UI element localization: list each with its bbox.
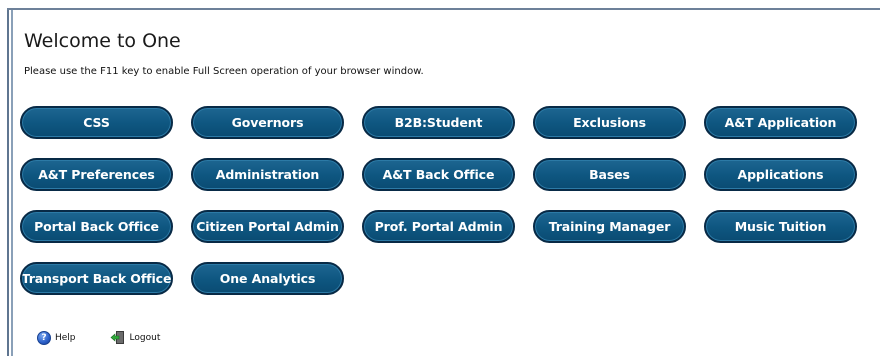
tile-css-button[interactable]: CSS: [20, 106, 173, 139]
tile-transport-back-office-button[interactable]: Transport Back Office: [20, 262, 173, 295]
tile-prof-portal-admin-button[interactable]: Prof. Portal Admin: [362, 210, 515, 243]
tile-b2b-student-button[interactable]: B2B:Student: [362, 106, 515, 139]
tile-bases-button[interactable]: Bases: [533, 158, 686, 191]
frame-left-border-outer: [7, 8, 9, 356]
logout-label: Logout: [129, 332, 161, 343]
tile-training-manager-button[interactable]: Training Manager: [533, 210, 686, 243]
tile-citizen-portal-admin-button[interactable]: Citizen Portal Admin: [191, 210, 344, 243]
help-link[interactable]: ? Help: [37, 330, 76, 345]
help-label: Help: [55, 332, 76, 343]
tile-one-analytics-button[interactable]: One Analytics: [191, 262, 344, 295]
tile-applications-button[interactable]: Applications: [704, 158, 857, 191]
tile-portal-back-office-button[interactable]: Portal Back Office: [20, 210, 173, 243]
page-instructions: Please use the F11 key to enable Full Sc…: [24, 66, 424, 77]
app-frame: Welcome to One Please use the F11 key to…: [0, 0, 880, 356]
tile-at-application-button[interactable]: A&T Application: [704, 106, 857, 139]
frame-left-border-inner: [11, 8, 13, 356]
tile-at-back-office-button[interactable]: A&T Back Office: [362, 158, 515, 191]
frame-top-border: [7, 8, 880, 10]
page-title: Welcome to One: [24, 30, 181, 52]
logout-link[interactable]: Logout: [110, 330, 161, 345]
tile-at-preferences-button[interactable]: A&T Preferences: [20, 158, 173, 191]
tile-music-tuition-button[interactable]: Music Tuition: [704, 210, 857, 243]
logout-icon: [110, 331, 124, 344]
footer-links: ? Help Logout: [37, 330, 160, 345]
module-tile-grid: CSS Governors B2B:Student Exclusions A&T…: [20, 106, 865, 295]
tile-exclusions-button[interactable]: Exclusions: [533, 106, 686, 139]
tile-governors-button[interactable]: Governors: [191, 106, 344, 139]
tile-administration-button[interactable]: Administration: [191, 158, 344, 191]
help-icon: ?: [37, 330, 51, 345]
